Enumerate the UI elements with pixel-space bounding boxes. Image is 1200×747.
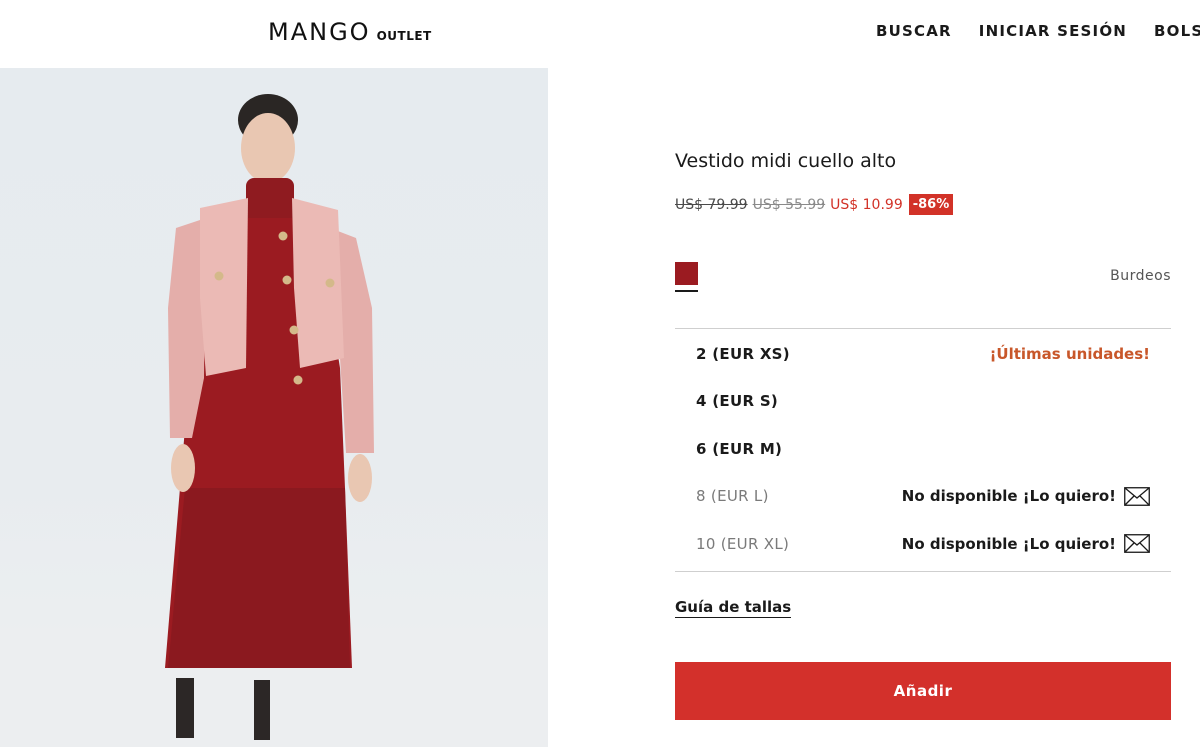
unavailable-note: No disponible ¡Lo quiero! xyxy=(901,487,1116,506)
add-to-bag-button[interactable]: Añadir xyxy=(675,662,1171,720)
product-details: Vestido midi cuello alto US$ 79.99 US$ 5… xyxy=(675,150,1171,215)
size-guide-link[interactable]: Guía de tallas xyxy=(675,598,792,618)
low-stock-note: ¡Últimas unidades! xyxy=(989,344,1150,363)
color-selector: Burdeos xyxy=(675,262,1171,292)
size-option-xl[interactable]: 10 (EUR XL) No disponible ¡Lo quiero! xyxy=(675,520,1171,568)
size-label: 8 (EUR L) xyxy=(696,487,769,506)
sizes-bottom-divider xyxy=(675,571,1171,572)
notify-me-link[interactable]: No disponible ¡Lo quiero! xyxy=(901,486,1150,506)
color-swatch-burdeos[interactable] xyxy=(675,262,698,285)
price-original: US$ 79.99 xyxy=(675,196,748,213)
nav-search-link[interactable]: BUSCAR xyxy=(876,22,952,40)
logo-sub-text: OUTLET xyxy=(376,29,432,43)
price-row: US$ 79.99 US$ 55.99 US$ 10.99 -86% xyxy=(675,194,1171,215)
product-image[interactable] xyxy=(0,68,548,747)
sizes-top-divider xyxy=(675,328,1171,329)
notify-me-link[interactable]: No disponible ¡Lo quiero! xyxy=(901,534,1150,554)
discount-badge: -86% xyxy=(908,194,954,215)
price-previous: US$ 55.99 xyxy=(752,196,826,213)
site-header: MANGO OUTLET BUSCAR INICIAR SESIÓN BOLSA xyxy=(0,0,1200,68)
size-list: 2 (EUR XS) ¡Últimas unidades! 4 (EUR S) … xyxy=(675,330,1171,568)
price-current: US$ 10.99 xyxy=(830,196,903,213)
size-label: 4 (EUR S) xyxy=(696,392,779,411)
nav-login-link[interactable]: INICIAR SESIÓN xyxy=(979,22,1127,40)
selected-swatch-indicator xyxy=(675,290,698,292)
envelope-icon xyxy=(1124,486,1150,506)
size-option-xs[interactable]: 2 (EUR XS) ¡Últimas unidades! xyxy=(675,330,1171,378)
logo-main-text: MANGO xyxy=(268,18,371,46)
size-label: 6 (EUR M) xyxy=(696,439,783,458)
model-illustration xyxy=(0,94,548,747)
size-option-l[interactable]: 8 (EUR L) No disponible ¡Lo quiero! xyxy=(675,473,1171,521)
size-label: 2 (EUR XS) xyxy=(696,344,790,363)
nav-bag-link[interactable]: BOLSA xyxy=(1154,22,1200,40)
size-option-s[interactable]: 4 (EUR S) xyxy=(675,378,1171,426)
product-title: Vestido midi cuello alto xyxy=(675,150,897,172)
color-name: Burdeos xyxy=(1110,268,1171,284)
mango-outlet-logo[interactable]: MANGO OUTLET xyxy=(268,18,432,46)
size-label: 10 (EUR XL) xyxy=(696,534,790,553)
top-nav: BUSCAR INICIAR SESIÓN BOLSA xyxy=(876,22,1200,40)
size-option-m[interactable]: 6 (EUR M) xyxy=(675,425,1171,473)
envelope-icon xyxy=(1124,534,1150,554)
unavailable-note: No disponible ¡Lo quiero! xyxy=(901,534,1116,553)
